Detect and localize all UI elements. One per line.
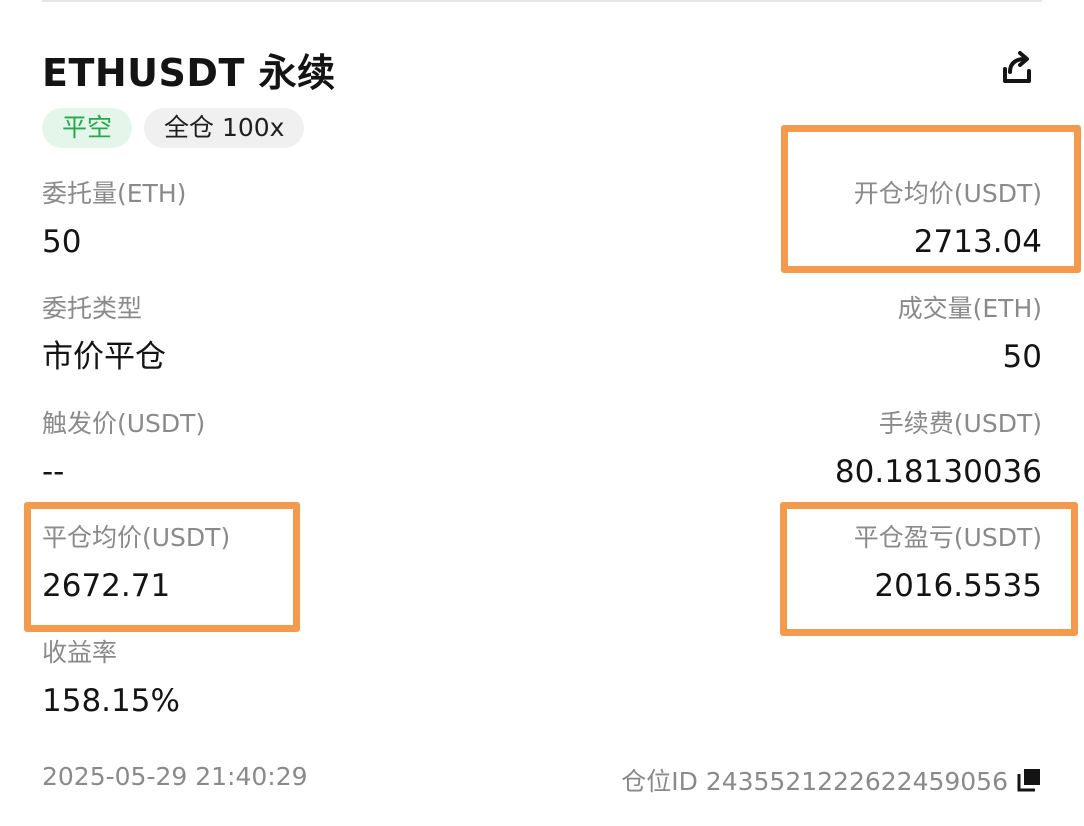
field-label: 开仓均价(USDT): [853, 179, 1042, 208]
field-label: 委托类型: [42, 294, 143, 323]
top-divider: [42, 0, 1042, 2]
field-value: 50: [42, 224, 82, 260]
order-timestamp: 2025-05-29 21:40:29: [42, 762, 308, 791]
margin-badge: 全仓 100x: [144, 108, 305, 148]
position-id: 仓位ID 2435521222622459056: [621, 767, 1008, 796]
position-id-row: 仓位ID 2435521222622459056: [621, 762, 1042, 798]
field-value: --: [42, 454, 65, 490]
field-value: 158.15%: [42, 683, 180, 719]
field-fee: 手续费(USDT) 80.18130036: [542, 408, 1042, 492]
field-value: 80.18130036: [834, 454, 1042, 490]
field-value: 市价平仓: [42, 339, 166, 375]
field-label: 收益率: [42, 638, 118, 667]
field-trigger-price: 触发价(USDT) --: [42, 408, 542, 492]
field-order-type: 委托类型 市价平仓: [42, 293, 542, 377]
share-button[interactable]: [996, 46, 1038, 88]
field-filled-qty: 成交量(ETH) 50: [542, 293, 1042, 377]
badge-row: 平空 全仓 100x: [42, 108, 305, 148]
field-open-avg-price: 开仓均价(USDT) 2713.04: [542, 178, 1042, 262]
field-label: 成交量(ETH): [897, 294, 1042, 323]
page-title: ETHUSDT 永续: [42, 51, 336, 95]
field-value: 2672.71: [42, 568, 171, 604]
copy-icon[interactable]: [1016, 767, 1042, 793]
side-badge: 平空: [42, 108, 133, 148]
field-order-qty: 委托量(ETH) 50: [42, 178, 542, 262]
field-value: 50: [1002, 339, 1042, 375]
field-roi: 收益率 158.15%: [42, 637, 542, 721]
field-label: 手续费(USDT): [878, 409, 1042, 438]
field-value: 2713.04: [913, 224, 1042, 260]
field-close-pnl: 平仓盈亏(USDT) 2016.5535: [542, 522, 1042, 606]
field-label: 平仓盈亏(USDT): [853, 523, 1042, 552]
field-label: 委托量(ETH): [42, 179, 187, 208]
field-close-avg-price: 平仓均价(USDT) 2672.71: [42, 522, 542, 606]
field-label: 平仓均价(USDT): [42, 523, 231, 552]
share-icon: [1003, 51, 1031, 83]
field-value: 2016.5535: [874, 568, 1042, 604]
field-label: 触发价(USDT): [42, 409, 206, 438]
